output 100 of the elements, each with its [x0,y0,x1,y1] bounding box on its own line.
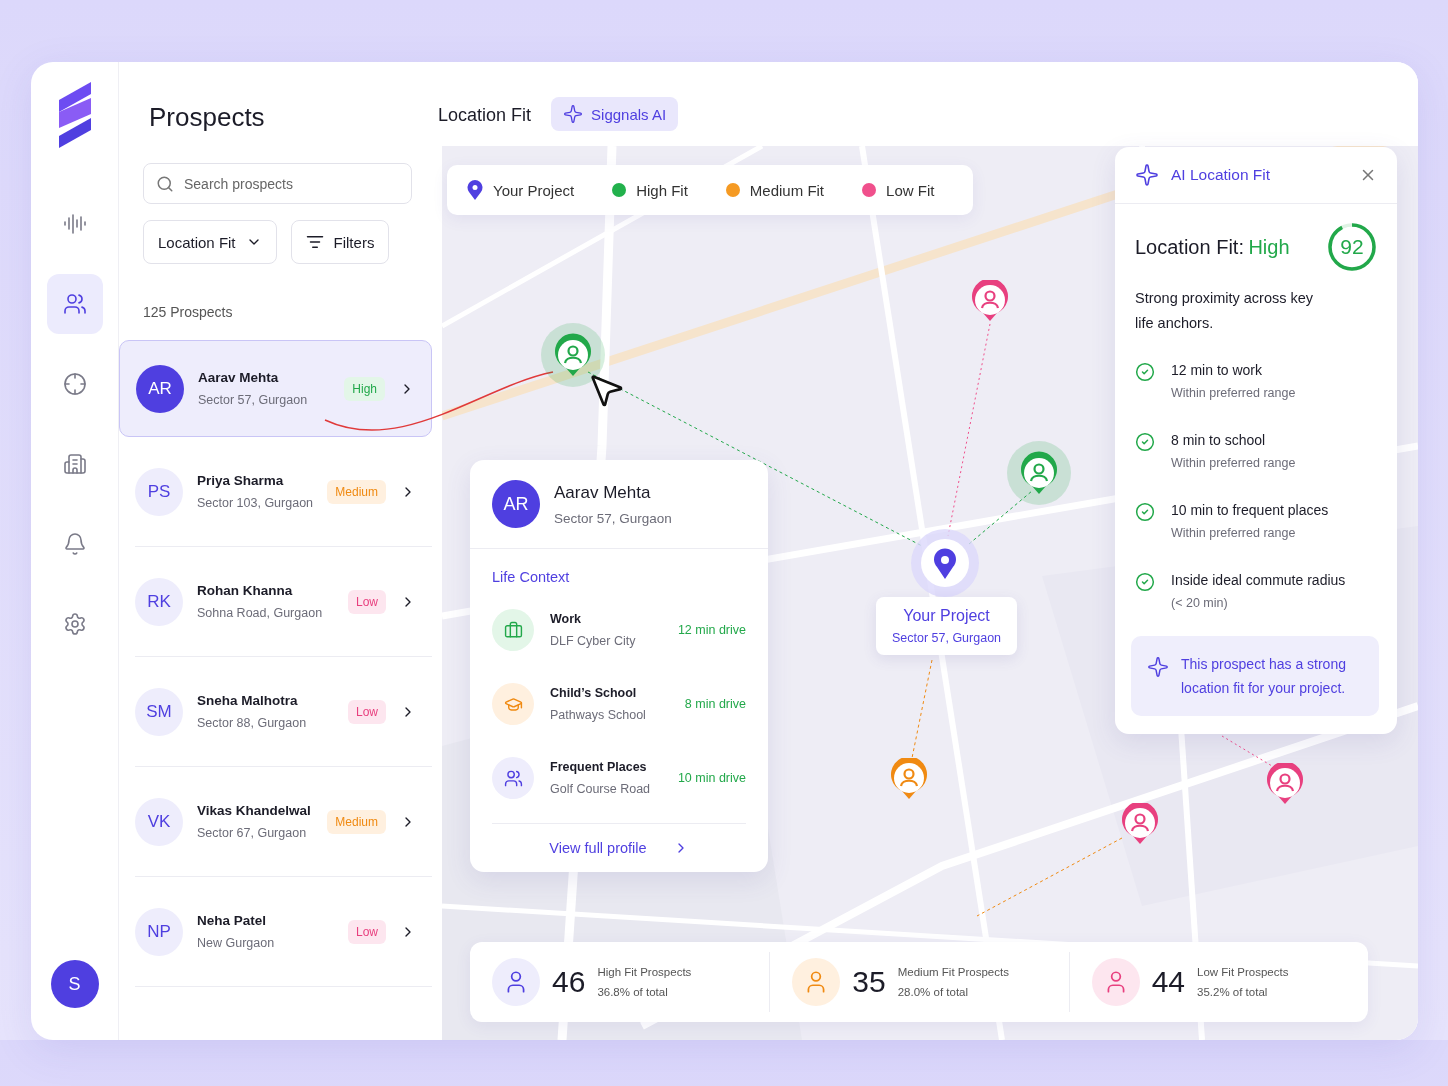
project-pin[interactable] [909,527,981,599]
legend-label: Low Fit [886,181,935,199]
check-note: Within preferred range [1171,456,1297,470]
filters-button[interactable]: Filters [290,220,390,264]
profile-link[interactable]: View full profile [492,823,746,872]
prospect-area: Sohna Road, Gurgaon [197,606,334,620]
legend-label: Your Project [493,181,575,199]
check-title: 10 min to frequent places [1171,502,1330,518]
school-icon [492,683,534,725]
fit-badge: High [344,376,385,401]
prospect-name: Priya Sharma [197,473,285,488]
prospect-area: Sector 57, Gurgaon [554,510,746,526]
ai-button[interactable]: Siggnals AI [551,97,679,131]
prospect-area: Sector 57, Gurgaon [198,393,331,407]
prospect-count: 125 Prospects [143,304,234,320]
prospect-area: New Gurgaon [197,936,334,950]
settings-icon [62,612,87,636]
prospect-row[interactable]: VK Vikas Khandelwal Sector 67, Gurgaon Medium [135,767,432,877]
prospect-area: Sector 103, Gurgaon [197,496,314,510]
check-note: Within preferred range [1171,386,1297,400]
fit-summary: Strong proximity across key life anchors. [1135,289,1315,333]
prospect-area: Sector 67, Gurgaon [197,826,314,840]
drive-time: 10 min drive [677,771,746,785]
place-name: DLF Cyber City [550,634,637,648]
prospect-row[interactable]: AR Aarav Mehta Sector 57, Gurgaon High [119,340,432,437]
check-title: 8 min to school [1171,432,1267,448]
avatar: SM [135,687,183,736]
check-note: (< 20 min) [1171,596,1229,610]
check-icon [1135,572,1155,592]
sort-dropdown[interactable]: Location Fit [143,220,277,264]
stat-label: Medium Fit Prospects [897,966,1010,978]
avatar: VK [135,797,183,846]
callout-text: This prospect has a strong location fit for your project. [1181,655,1347,698]
prospect-name: Rohan Khanna [197,583,294,598]
stat-share: 35.2% of total [1197,986,1269,998]
stat-share: 36.8% of total [597,986,669,998]
prospect-name: Vikas Khandelwal [197,803,312,818]
project-title: Your Project [903,607,990,625]
search-field[interactable]: Search prospects [143,163,412,204]
stat-value: 44 [1151,965,1186,999]
section-title: Life Context [491,568,571,587]
section-title: Location Fit [438,105,532,126]
panel-title: AI Location Fit [1171,166,1272,184]
drive-time: 8 min drive [684,697,746,711]
place-type: Frequent Places [550,760,648,774]
avatar: AR [136,364,184,413]
fit-badge: Low [348,919,386,944]
fit-badge: Low [348,589,386,614]
bell-icon [62,532,87,556]
places-icon [492,757,534,799]
check-icon [1135,432,1155,452]
score-ring [1325,220,1379,274]
check-note: Within preferred range [1171,526,1297,540]
check-title: 12 min to work [1171,362,1264,378]
place-name: Pathways School [550,708,647,722]
nav-button[interactable] [46,274,103,334]
filter-icon [305,233,324,251]
fit-score: 92 [1339,235,1365,259]
users-icon [62,292,87,316]
sparkle-icon [1147,656,1169,678]
prospect-row[interactable]: SM Sneha Malhotra Sector 88, Gurgaon Low [135,657,432,767]
place-type: Child’s School [550,686,638,700]
avatar: PS [135,467,183,516]
check-icon [1135,502,1155,522]
avatar: RK [135,577,183,626]
prospect-name: Sneha Malhotra [197,693,299,708]
place-type: Work [550,612,583,626]
stat-label: High Fit Prospects [597,966,693,978]
check-icon [1135,362,1155,382]
fit-badge: Medium [327,479,386,504]
stat-value: 46 [552,965,586,999]
prospect-name: Aarav Mehta [554,482,652,503]
drive-time: 12 min drive [677,623,746,637]
prospect-area: Sector 88, Gurgaon [197,716,334,730]
prospect-row[interactable]: RK Rohan Khanna Sohna Road, Gurgaon Low [135,547,432,657]
building-icon [62,452,87,476]
prospect-row[interactable]: NP Neha Patel New Gurgaon Low [135,877,432,987]
user-avatar[interactable]: S [50,960,99,1008]
prospect-row[interactable]: PS Priya Sharma Sector 103, Gurgaon Medium [135,437,432,547]
connector-line [1221,735,1273,767]
page-title: Prospects [148,102,266,133]
crosshair-icon [62,372,87,396]
waveform-icon [62,212,87,236]
check-title: Inside ideal commute radius [1171,572,1347,588]
project-area: Sector 57, Gurgaon [891,631,1002,645]
stat-share: 28.0% of total [897,986,970,998]
avatar: AR [492,480,540,528]
sparkle-icon [1135,163,1159,187]
avatar: NP [135,907,183,956]
prospect-name: Aarav Mehta [198,370,280,385]
search-icon [156,175,174,193]
sparkle-icon [563,104,584,124]
fit-badge: Low [348,699,386,724]
legend-label: High Fit [636,181,688,199]
fit-badge: Medium [327,809,386,834]
fit-label: Location Fit: [1135,235,1244,258]
place-name: Golf Course Road [550,782,652,796]
prospect-name: Neha Patel [197,913,268,928]
legend-label: Medium Fit [749,181,825,199]
stat-label: Low Fit Prospects [1197,966,1290,978]
